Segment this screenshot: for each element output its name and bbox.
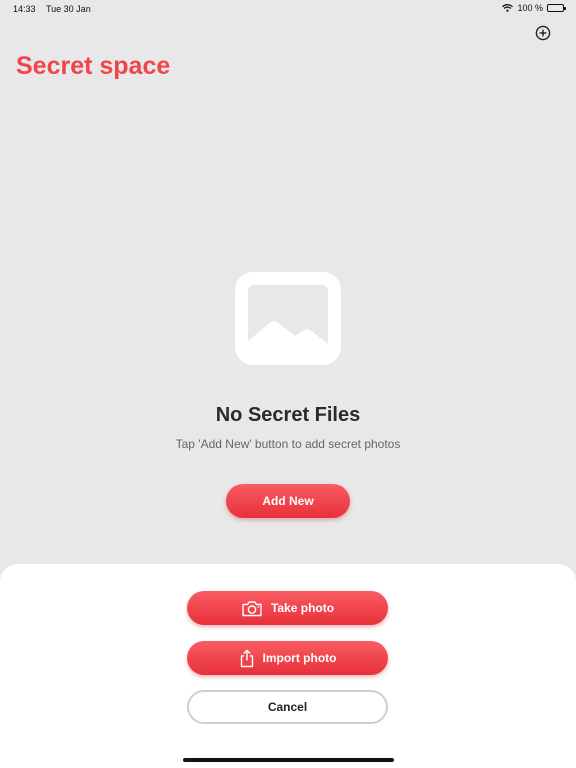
import-photo-button[interactable]: Import photo <box>187 641 388 675</box>
battery-icon <box>547 4 566 12</box>
cancel-button[interactable]: Cancel <box>187 690 388 724</box>
status-time: 14:33 <box>13 4 36 14</box>
cancel-label: Cancel <box>267 700 308 714</box>
camera-icon <box>241 600 263 617</box>
empty-state-subtitle: Tap 'Add New' button to add secret photo… <box>175 437 401 451</box>
share-upload-icon <box>239 649 255 668</box>
status-bar: 14:33 Tue 30 Jan 100 % <box>0 0 576 18</box>
add-new-button[interactable]: Add New <box>226 484 350 518</box>
import-photo-label: Import photo <box>262 651 337 665</box>
image-placeholder-icon <box>235 272 341 365</box>
plus-circle-icon[interactable] <box>535 25 551 41</box>
battery-percent: 100 % <box>517 3 543 13</box>
empty-state-title: No Secret Files <box>215 404 361 426</box>
status-indicators: 100 % <box>502 3 566 13</box>
wifi-icon <box>502 4 514 12</box>
page-title: Secret space <box>16 52 171 80</box>
take-photo-label: Take photo <box>270 601 335 615</box>
status-date: Tue 30 Jan <box>46 4 91 14</box>
take-photo-button[interactable]: Take photo <box>187 591 388 625</box>
action-sheet: Take photo Import photo Cancel <box>0 564 576 768</box>
home-indicator <box>183 758 394 762</box>
